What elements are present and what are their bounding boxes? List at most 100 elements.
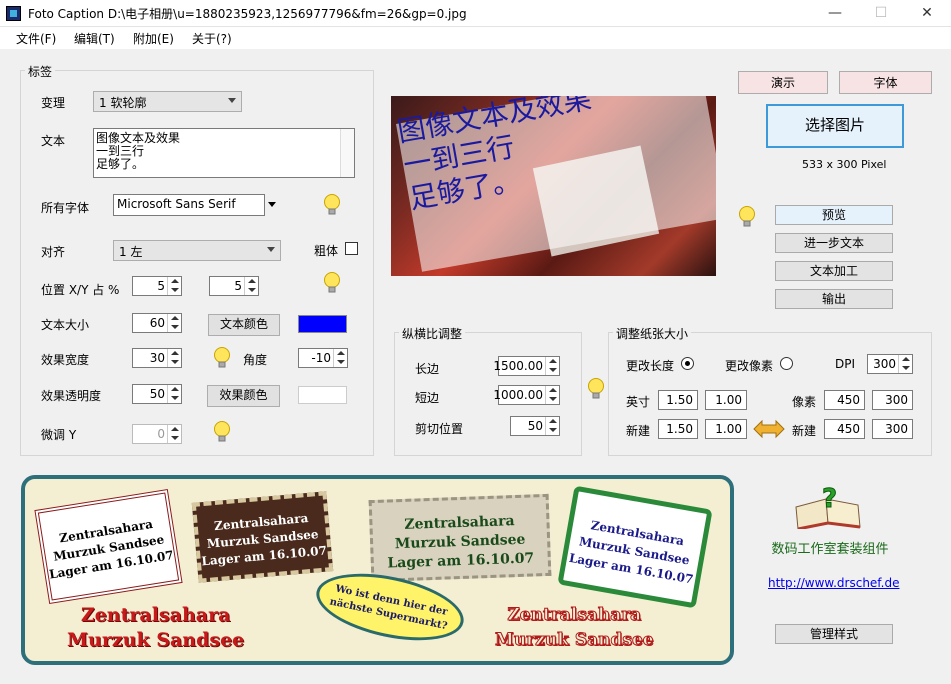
effect-color-button[interactable]: 效果颜色	[207, 385, 280, 407]
stamp-4: Zentralsahara Murzuk Sandsee Lager am 16…	[557, 485, 713, 609]
effect-alpha-value: 50	[149, 387, 165, 401]
effect-width-value: 30	[149, 351, 165, 365]
text-area[interactable]: 图像文本及效果 一到三行 足够了。	[93, 128, 355, 178]
align-label: 对齐	[41, 245, 66, 259]
new-label: 新建	[626, 424, 651, 438]
pixel-width-field[interactable]: 450	[824, 390, 865, 410]
lightbulb-icon	[324, 272, 340, 293]
output-button[interactable]: 输出	[775, 289, 893, 309]
pos-x-spin[interactable]: 5	[132, 276, 182, 296]
lightbulb-icon	[214, 421, 230, 442]
new-inch-height-spin[interactable]: 1.00	[705, 419, 747, 439]
window-title: Foto Caption D:\电子相册\u=1880235923,125697…	[28, 7, 467, 21]
stamp-2: Zentralsahara Murzuk Sandsee Lager am 16…	[191, 491, 334, 583]
pos-x-value: 5	[157, 279, 165, 293]
manage-styles-button[interactable]: 管理样式	[775, 624, 893, 644]
short-spin[interactable]: 1000.00	[493, 385, 560, 405]
dpi-label: DPI	[835, 357, 856, 371]
text-color-swatch[interactable]	[298, 315, 347, 333]
chevron-down-icon	[267, 247, 275, 252]
preview-button[interactable]: 预览	[775, 205, 893, 225]
effect-color-swatch[interactable]	[298, 386, 347, 404]
lightbulb-icon	[588, 378, 604, 399]
stamp-1: Zentralsahara Murzuk Sandsee Lager am 16…	[34, 489, 183, 604]
variation-label: 变理	[41, 96, 66, 110]
minimize-icon[interactable]: —	[812, 0, 858, 27]
size-label: 文本大小	[41, 318, 90, 332]
effect-alpha-spin[interactable]: 50	[132, 384, 182, 404]
long-label: 长边	[415, 362, 440, 376]
inch-label: 英寸	[626, 395, 651, 409]
long-spin[interactable]: 1500.00	[493, 356, 560, 376]
new-inch-width-value: 1.50	[666, 422, 693, 436]
svg-text:?: ?	[822, 485, 837, 514]
book-question-icon: ?	[795, 485, 861, 529]
fine-value: 0	[157, 427, 165, 441]
dpi-spin[interactable]: 300	[867, 354, 913, 374]
label-group-title: 标签	[25, 63, 56, 80]
text-color-button[interactable]: 文本颜色	[208, 314, 280, 336]
pixel-height-field[interactable]: 300	[872, 390, 913, 410]
font-value: Microsoft Sans Serif	[117, 197, 236, 211]
font-button[interactable]: 字体	[839, 71, 932, 94]
demo-button[interactable]: 演示	[738, 71, 828, 94]
change-length-radio[interactable]	[681, 357, 694, 370]
title-bar: Foto Caption D:\电子相册\u=1880235923,125697…	[0, 0, 951, 27]
text-label: 文本	[41, 134, 66, 148]
more-text-button[interactable]: 进一步文本	[775, 233, 893, 253]
chevron-down-icon	[228, 98, 236, 103]
font-label: 所有字体	[41, 201, 90, 215]
double-arrow-icon[interactable]	[753, 419, 785, 439]
new-inch-height-value: 1.00	[715, 422, 742, 436]
menu-file[interactable]: 文件(F)	[16, 30, 56, 47]
chevron-down-icon[interactable]	[268, 202, 276, 207]
angle-spin[interactable]: -10	[298, 348, 348, 368]
text-process-button[interactable]: 文本加工	[775, 261, 893, 281]
pos-y-spin[interactable]: 5	[209, 276, 259, 296]
lightbulb-icon	[214, 347, 230, 368]
menu-bar: 文件(F) 编辑(T) 附加(E) 关于(?)	[0, 27, 951, 49]
change-pixels-label: 更改像素	[725, 359, 774, 373]
effect-width-label: 效果宽度	[41, 353, 90, 367]
menu-about[interactable]: 关于(?)	[192, 30, 232, 47]
maximize-icon[interactable]: ☐	[858, 0, 904, 27]
bottom-left-line: Murzuk Sandsee	[67, 629, 245, 651]
crop-label: 剪切位置	[415, 422, 464, 436]
bottom-right-line: Murzuk Sandsee	[495, 630, 655, 651]
effect-alpha-label: 效果透明度	[41, 389, 102, 403]
sample-banner: Zentralsahara Murzuk Sandsee Lager am 16…	[21, 475, 734, 665]
new-label-2: 新建	[792, 424, 817, 438]
aspect-group-title: 纵横比调整	[399, 325, 466, 342]
variation-select[interactable]: 1 软轮廓	[93, 91, 242, 112]
text-scrollbar[interactable]	[340, 129, 354, 177]
effect-width-spin[interactable]: 30	[132, 348, 182, 368]
long-value: 1500.00	[493, 359, 543, 373]
select-image-button[interactable]: 选择图片	[766, 104, 904, 148]
bold-label: 粗体	[314, 244, 339, 258]
inch-height-field[interactable]: 1.00	[705, 390, 747, 410]
change-pixels-radio[interactable]	[780, 357, 793, 370]
lightbulb-icon	[324, 194, 340, 215]
bottom-right-text: Zentralsahara Murzuk Sandsee	[495, 603, 655, 653]
bold-checkbox[interactable]	[345, 242, 358, 255]
menu-edit[interactable]: 编辑(T)	[74, 30, 115, 47]
preview-image[interactable]: 图像文本及效果 一到三行 足够了。	[391, 96, 716, 276]
pos-y-value: 5	[234, 279, 242, 293]
inch-width-field[interactable]: 1.50	[658, 390, 698, 410]
crop-spin[interactable]: 50	[510, 416, 560, 436]
new-pixel-height-field[interactable]: 300	[872, 419, 913, 439]
align-select[interactable]: 1 左	[113, 240, 281, 261]
change-length-label: 更改长度	[626, 359, 675, 373]
fine-spin[interactable]: 0	[132, 424, 182, 444]
company-name: 数码工作室套装组件	[771, 542, 889, 557]
size-spin[interactable]: 60	[132, 313, 182, 333]
new-pixel-width-field[interactable]: 450	[824, 419, 865, 439]
close-icon[interactable]: ✕	[904, 0, 950, 27]
new-inch-width-spin[interactable]: 1.50	[658, 419, 698, 439]
bottom-left-text: Zentralsahara Murzuk Sandsee	[67, 603, 244, 653]
size-value: 60	[149, 316, 165, 330]
angle-label: 角度	[243, 353, 268, 367]
company-url-link[interactable]: http://www.drschef.de	[768, 576, 899, 590]
font-select[interactable]: Microsoft Sans Serif	[113, 194, 265, 216]
menu-extra[interactable]: 附加(E)	[133, 30, 174, 47]
